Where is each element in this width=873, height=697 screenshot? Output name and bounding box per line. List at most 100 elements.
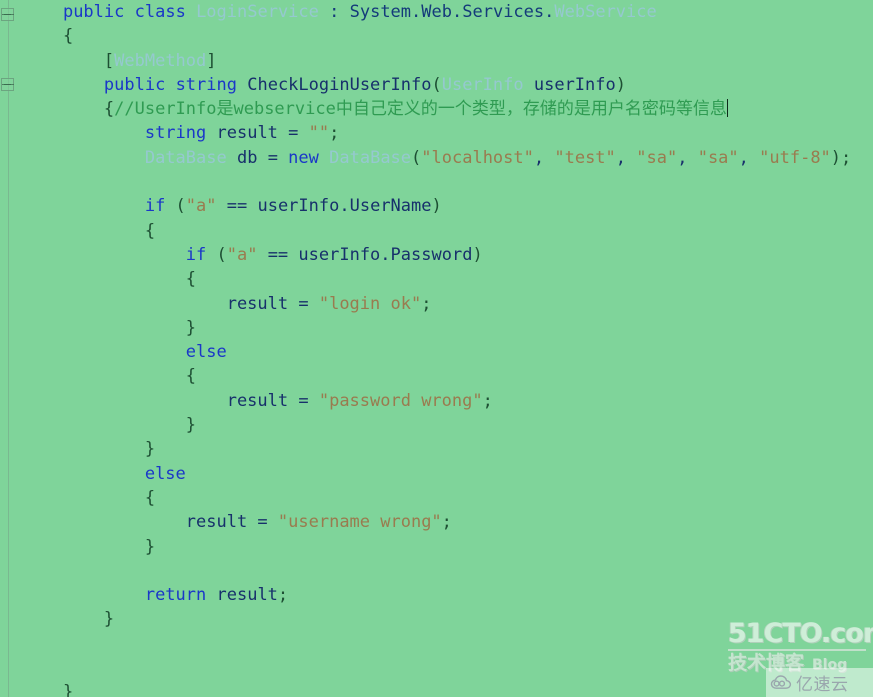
code-line[interactable]: { (0, 24, 873, 48)
code-token-str: "test" (554, 147, 616, 168)
text-caret (726, 99, 728, 118)
code-token-punc: { (144, 220, 156, 241)
code-line[interactable]: else (0, 462, 873, 486)
code-token-ns: : (318, 2, 350, 22)
code-token-punc: ( (206, 244, 227, 265)
code-line[interactable]: public class LoginService : System.Web.S… (0, 0, 873, 24)
code-token-id: result (216, 123, 278, 144)
code-line[interactable] (0, 656, 873, 680)
code-token-kw: new (288, 147, 319, 168)
code-line[interactable]: } (0, 680, 873, 697)
code-token-kw: if (144, 196, 166, 217)
code-line[interactable]: if ("a" == userInfo.UserName) (0, 194, 873, 218)
code-token-str: "a" (185, 196, 217, 217)
code-token-ns: Web (421, 2, 452, 22)
code-text-area[interactable]: public class LoginService : System.Web.S… (0, 0, 873, 697)
code-token-punc: ; (441, 512, 452, 533)
code-line[interactable]: result = "password wrong"; (0, 389, 873, 413)
code-token-id: Password (390, 244, 473, 265)
code-token-op: , (615, 147, 637, 168)
code-token-id: result (226, 293, 289, 314)
code-line[interactable] (0, 559, 873, 583)
code-line[interactable] (0, 170, 873, 194)
code-line[interactable]: { (0, 486, 873, 510)
code-token-punc: ) (615, 74, 626, 95)
code-line[interactable]: if ("a" == userInfo.Password) (0, 243, 873, 267)
code-token-type: WebMethod (114, 50, 207, 71)
code-token-punc: { (103, 99, 115, 120)
code-token-cmt: //UserInfo是webservice中自己定义的一个类型，存储的是用户名密… (114, 99, 727, 120)
code-token-str: "localhost" (421, 147, 534, 168)
code-token-op: = (257, 147, 289, 168)
code-token-str: "" (308, 123, 330, 144)
code-token-kw: string (144, 123, 207, 144)
code-token-ns: Services (462, 2, 545, 22)
code-line[interactable]: { (0, 219, 873, 243)
code-token-punc: ; (329, 123, 340, 144)
code-token-type: DataBase (329, 147, 412, 168)
code-line[interactable]: else (0, 340, 873, 364)
code-line[interactable] (0, 632, 873, 656)
code-token-punc: { (62, 26, 74, 47)
code-token-id: result (185, 512, 248, 533)
code-line[interactable]: { (0, 364, 873, 388)
code-token-op: == (257, 244, 299, 265)
code-line[interactable]: } (0, 316, 873, 340)
code-token-op: = (277, 123, 309, 144)
code-line[interactable]: result = "username wrong"; (0, 510, 873, 534)
code-token-op: , (677, 147, 698, 168)
code-token-op: = (247, 512, 278, 533)
code-line[interactable]: } (0, 437, 873, 461)
code-line[interactable]: } (0, 607, 873, 631)
code-token-type: LoginService (196, 2, 319, 22)
code-token-id: userInfo (298, 244, 381, 265)
code-line[interactable]: string result = ""; (0, 121, 873, 145)
code-token-op: . (380, 244, 391, 265)
code-line[interactable]: {//UserInfo是webservice中自己定义的一个类型，存储的是用户名… (0, 97, 873, 121)
code-token-punc: } (103, 609, 115, 630)
code-line[interactable]: return result; (0, 583, 873, 607)
code-token-punc: { (144, 487, 156, 508)
code-line[interactable]: public string CheckLoginUserInfo(UserInf… (0, 73, 873, 97)
code-line[interactable]: { (0, 267, 873, 291)
code-token-op: . (339, 196, 350, 217)
code-token-punc: ( (411, 147, 422, 168)
code-token-punc: { (185, 269, 197, 290)
code-token-id: result (226, 390, 289, 411)
code-token-ns: . (452, 2, 463, 22)
code-token-kw: else (185, 342, 227, 363)
code-line[interactable]: } (0, 413, 873, 437)
code-token-punc: ; (482, 390, 493, 411)
code-token-punc: { (185, 366, 197, 387)
code-line[interactable]: DataBase db = new DataBase("localhost", … (0, 146, 873, 170)
code-token-punc: ( (431, 74, 442, 95)
code-token-ns: . (544, 2, 555, 22)
code-token-str: "username wrong" (277, 512, 442, 533)
code-token-kw: else (144, 463, 186, 484)
code-line[interactable]: [WebMethod] (0, 49, 873, 73)
code-token-id: userInfo (533, 74, 616, 95)
code-line[interactable]: } (0, 535, 873, 559)
code-line[interactable]: result = "login ok"; (0, 292, 873, 316)
code-token-punc: ); (830, 147, 852, 168)
code-token-str: "utf-8" (759, 147, 831, 168)
code-token-punc: } (144, 439, 156, 460)
code-token-ns: System (349, 2, 412, 22)
